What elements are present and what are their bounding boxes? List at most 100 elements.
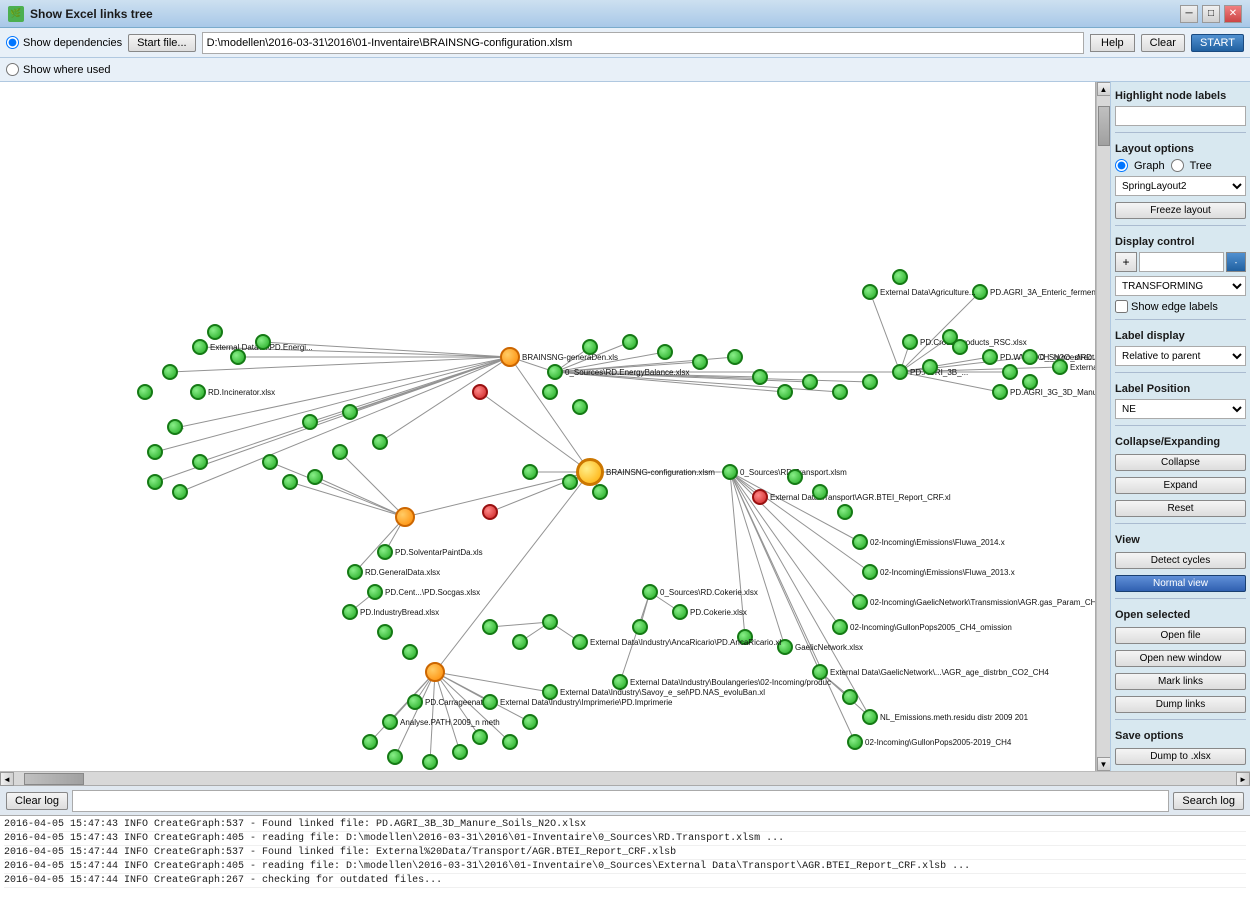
graph-node[interactable]: [612, 674, 628, 690]
graph-node[interactable]: [472, 384, 488, 400]
show-where-used-radio[interactable]: [6, 63, 19, 76]
show-dependencies-radio[interactable]: [6, 36, 19, 49]
mark-links-button[interactable]: Mark links: [1115, 673, 1246, 690]
graph-node[interactable]: [892, 269, 908, 285]
graph-node[interactable]: [1052, 359, 1068, 375]
graph-radio[interactable]: [1115, 159, 1128, 172]
restore-button[interactable]: □: [1202, 5, 1220, 23]
graph-node[interactable]: [862, 284, 878, 300]
graph-node[interactable]: [832, 619, 848, 635]
graph-node[interactable]: [562, 474, 578, 490]
clear-button[interactable]: Clear: [1141, 34, 1185, 52]
graph-node[interactable]: [542, 384, 558, 400]
scroll-up-button[interactable]: ▲: [1097, 82, 1111, 96]
graph-node[interactable]: [837, 504, 853, 520]
reset-button[interactable]: Reset: [1115, 500, 1246, 517]
graph-node[interactable]: [282, 474, 298, 490]
graph-node[interactable]: [547, 364, 563, 380]
graph-node[interactable]: [382, 714, 398, 730]
graph-node[interactable]: [522, 464, 538, 480]
graph-node[interactable]: [582, 339, 598, 355]
graph-node[interactable]: [422, 754, 438, 770]
expand-button[interactable]: Expand: [1115, 477, 1246, 494]
log-search-input[interactable]: [72, 790, 1169, 812]
freeze-layout-button[interactable]: Freeze layout: [1115, 202, 1246, 219]
graph-node[interactable]: [522, 714, 538, 730]
graph-node[interactable]: [395, 507, 415, 527]
graph-node[interactable]: [737, 629, 753, 645]
graph-node[interactable]: [982, 349, 998, 365]
graph-node[interactable]: [692, 354, 708, 370]
graph-node[interactable]: [722, 464, 738, 480]
graph-node[interactable]: [190, 384, 206, 400]
graph-node[interactable]: [862, 564, 878, 580]
graph-node[interactable]: [642, 584, 658, 600]
graph-node[interactable]: [632, 619, 648, 635]
scroll-down-button[interactable]: ▼: [1097, 757, 1111, 771]
h-scroll-track[interactable]: [14, 772, 1236, 785]
graph-node[interactable]: [192, 339, 208, 355]
label-position-select[interactable]: NE: [1115, 399, 1246, 419]
graph-node[interactable]: [425, 662, 445, 682]
graph-node[interactable]: [842, 689, 858, 705]
collapse-button[interactable]: Collapse: [1115, 454, 1246, 471]
search-log-button[interactable]: Search log: [1173, 792, 1244, 810]
graph-node[interactable]: [482, 694, 498, 710]
open-new-window-button[interactable]: Open new window: [1115, 650, 1246, 667]
graph-node[interactable]: [1002, 364, 1018, 380]
graph-node[interactable]: [407, 694, 423, 710]
plus-button[interactable]: +: [1115, 252, 1137, 272]
graph-node[interactable]: [452, 744, 468, 760]
graph-node[interactable]: [592, 484, 608, 500]
graph-node[interactable]: [342, 604, 358, 620]
h-scroll-thumb[interactable]: [24, 773, 84, 785]
graph-node[interactable]: [377, 544, 393, 560]
transforming-select[interactable]: TRANSFORMING: [1115, 276, 1246, 296]
scroll-track[interactable]: [1097, 96, 1110, 757]
graph-node[interactable]: [572, 634, 588, 650]
graph-node[interactable]: [972, 284, 988, 300]
scroll-right-button[interactable]: ►: [1236, 772, 1250, 786]
graph-node[interactable]: [752, 489, 768, 505]
graph-node[interactable]: [147, 444, 163, 460]
graph-node[interactable]: [752, 369, 768, 385]
graph-node[interactable]: [852, 534, 868, 550]
graph-node[interactable]: [342, 404, 358, 420]
graph-node[interactable]: [302, 414, 318, 430]
graph-node[interactable]: [777, 639, 793, 655]
graph-node[interactable]: [576, 458, 604, 486]
graph-node[interactable]: [657, 344, 673, 360]
label-display-select[interactable]: Relative to parent: [1115, 346, 1246, 366]
scroll-left-button[interactable]: ◄: [0, 772, 14, 786]
graph-node[interactable]: [787, 469, 803, 485]
graph-node[interactable]: [847, 734, 863, 750]
graph-node[interactable]: [812, 484, 828, 500]
graph-node[interactable]: [137, 384, 153, 400]
minimize-button[interactable]: ─: [1180, 5, 1198, 23]
start-file-button[interactable]: Start file...: [128, 34, 196, 52]
graph-node[interactable]: [862, 709, 878, 725]
graph-node[interactable]: [512, 634, 528, 650]
graph-node[interactable]: [727, 349, 743, 365]
graph-node[interactable]: [332, 444, 348, 460]
detect-cycles-button[interactable]: Detect cycles: [1115, 552, 1246, 569]
v-scrollbar[interactable]: ▲ ▼: [1096, 82, 1110, 771]
graph-node[interactable]: [1022, 349, 1038, 365]
graph-node[interactable]: [372, 434, 388, 450]
h-scroll-area[interactable]: ◄ ►: [0, 771, 1250, 785]
graph-node[interactable]: [672, 604, 688, 620]
filepath-input[interactable]: [202, 32, 1084, 54]
normal-view-button[interactable]: Normal view: [1115, 575, 1246, 592]
graph-node[interactable]: [377, 624, 393, 640]
dump-xlsx-button[interactable]: Dump to .xlsx: [1115, 748, 1246, 765]
open-file-button[interactable]: Open file: [1115, 627, 1246, 644]
graph-node[interactable]: [255, 334, 271, 350]
graph-node[interactable]: [192, 454, 208, 470]
graph-node[interactable]: [832, 384, 848, 400]
graph-node[interactable]: [892, 364, 908, 380]
graph-node[interactable]: [172, 484, 188, 500]
graph-node[interactable]: [500, 347, 520, 367]
graph-node[interactable]: [147, 474, 163, 490]
graph-node[interactable]: [207, 324, 223, 340]
graph-node[interactable]: [812, 664, 828, 680]
